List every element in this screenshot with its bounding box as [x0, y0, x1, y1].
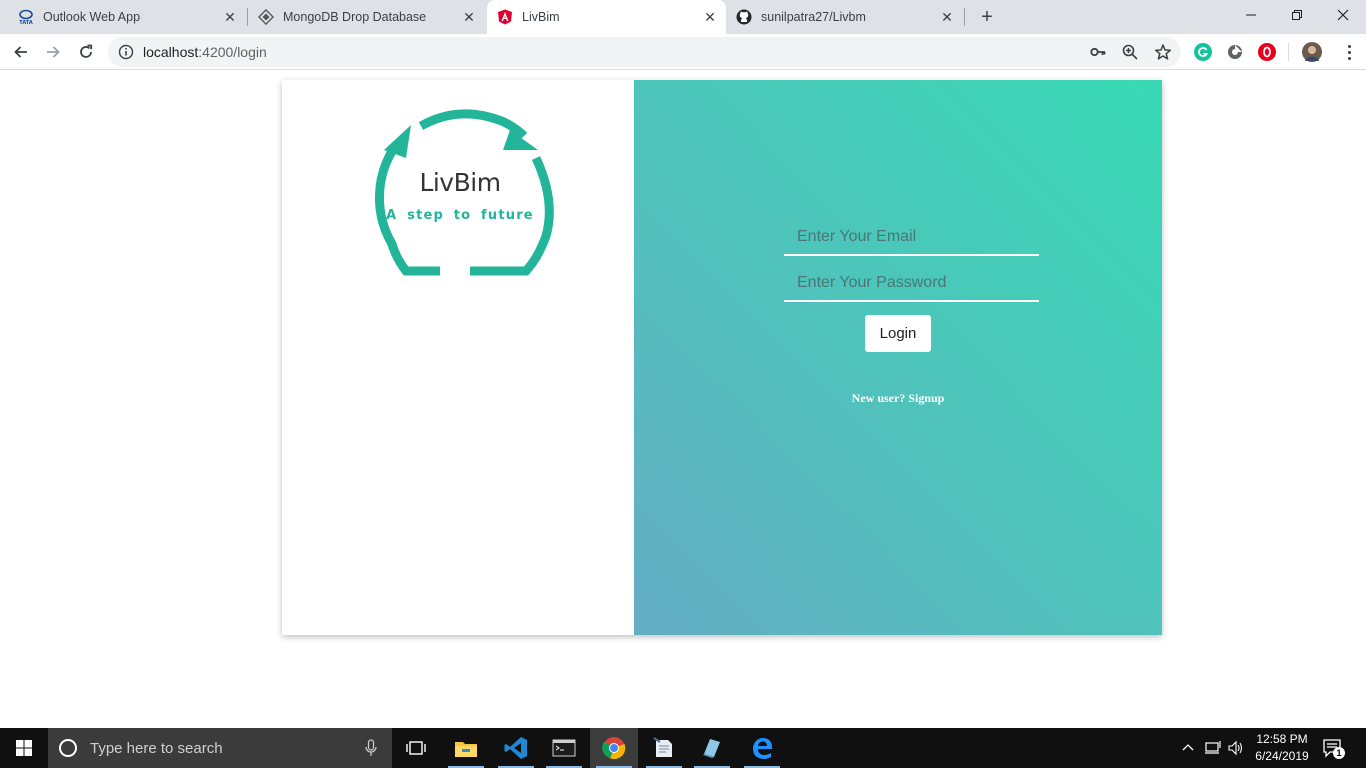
- close-icon[interactable]: ✕: [702, 9, 718, 25]
- logo-tagline: A step to future: [386, 208, 534, 223]
- tab-title: Outlook Web App: [43, 10, 141, 24]
- network-icon[interactable]: [1204, 740, 1222, 756]
- toolbar-divider: [1288, 43, 1289, 61]
- clock-time: 12:58 PM: [1256, 732, 1308, 746]
- tab-title: MongoDB Drop Database: [283, 10, 427, 24]
- notepad-icon[interactable]: [640, 728, 688, 768]
- livbim-logo: LivBim A step to future: [356, 106, 564, 276]
- tab-divider: [964, 8, 965, 26]
- info-icon[interactable]: [118, 44, 134, 60]
- tab-strip: TATA Outlook Web App ✕ MongoDB Drop Data…: [0, 0, 1366, 34]
- close-icon[interactable]: ✕: [222, 9, 238, 25]
- key-icon[interactable]: [1089, 43, 1107, 61]
- bookmark-star-icon[interactable]: [1154, 43, 1172, 61]
- reload-button[interactable]: [72, 38, 100, 66]
- avatar[interactable]: [1302, 42, 1322, 62]
- minimize-button[interactable]: [1228, 0, 1274, 30]
- restore-button[interactable]: [1274, 0, 1320, 30]
- clock-date: 6/24/2019: [1255, 749, 1309, 763]
- grammarly-icon[interactable]: [1194, 43, 1212, 61]
- svg-text:TATA: TATA: [19, 20, 33, 25]
- close-window-button[interactable]: [1320, 0, 1366, 30]
- app-icon[interactable]: [688, 728, 736, 768]
- windows-start-icon[interactable]: [0, 728, 48, 768]
- file-explorer-icon[interactable]: [442, 728, 490, 768]
- microphone-icon[interactable]: [364, 739, 378, 757]
- login-card: LivBim A step to future Login New user? …: [282, 80, 1162, 635]
- more-menu-icon[interactable]: [1340, 43, 1358, 61]
- logo-pane: LivBim A step to future: [282, 80, 634, 635]
- zoom-icon[interactable]: [1121, 43, 1139, 61]
- password-field: [784, 266, 1039, 302]
- search-placeholder: Type here to search: [90, 739, 223, 757]
- vscode-icon[interactable]: [492, 728, 540, 768]
- tata-icon: TATA: [18, 9, 34, 25]
- volume-icon[interactable]: [1228, 740, 1244, 756]
- logo-title: LivBim: [419, 168, 501, 197]
- close-icon[interactable]: ✕: [939, 9, 955, 25]
- adblock-icon[interactable]: [1258, 43, 1276, 61]
- password-input[interactable]: [784, 266, 1039, 300]
- address-bar[interactable]: localhost:4200/login: [108, 37, 1181, 67]
- tab-github[interactable]: sunilpatra27/Livbm ✕: [726, 0, 964, 34]
- close-icon[interactable]: ✕: [461, 9, 477, 25]
- windows-taskbar: Type here to search 12:58 PM 6/24/2019 1: [0, 728, 1366, 768]
- email-field: [784, 220, 1039, 256]
- chevron-up-icon[interactable]: [1180, 740, 1196, 756]
- notification-badge: 1: [1333, 747, 1345, 759]
- clock[interactable]: 12:58 PM 6/24/2019: [1248, 731, 1316, 765]
- signup-link[interactable]: New user? Signup: [634, 391, 1162, 406]
- angular-icon: [497, 9, 513, 25]
- terminal-icon[interactable]: [540, 728, 588, 768]
- url-host: localhost: [143, 44, 199, 60]
- tab-mongodb[interactable]: MongoDB Drop Database ✕: [248, 0, 486, 34]
- tab-livbim[interactable]: LivBim ✕: [487, 0, 726, 34]
- github-icon: [736, 9, 752, 25]
- login-pane: Login New user? Signup: [634, 80, 1162, 635]
- email-input[interactable]: [784, 220, 1039, 254]
- url-text[interactable]: localhost:4200/login: [143, 44, 267, 60]
- forward-button[interactable]: [39, 38, 67, 66]
- browser-toolbar: localhost:4200/login: [0, 34, 1366, 70]
- edge-icon[interactable]: [738, 728, 786, 768]
- tab-title: sunilpatra27/Livbm: [761, 10, 866, 24]
- notification-center-icon[interactable]: 1: [1322, 738, 1346, 760]
- mongodb-icon: [258, 9, 274, 25]
- taskbar-search-box[interactable]: Type here to search: [48, 728, 392, 768]
- cortana-icon: [58, 738, 78, 758]
- url-path: :4200/login: [198, 44, 267, 60]
- extension-icon[interactable]: [1226, 43, 1244, 61]
- tab-title: LivBim: [522, 10, 560, 24]
- new-tab-button[interactable]: +: [976, 6, 998, 28]
- login-button[interactable]: Login: [865, 315, 931, 352]
- chrome-icon[interactable]: [590, 728, 638, 768]
- back-button[interactable]: [7, 38, 35, 66]
- task-view-icon[interactable]: [392, 728, 440, 768]
- tab-outlook[interactable]: TATA Outlook Web App ✕: [0, 0, 247, 34]
